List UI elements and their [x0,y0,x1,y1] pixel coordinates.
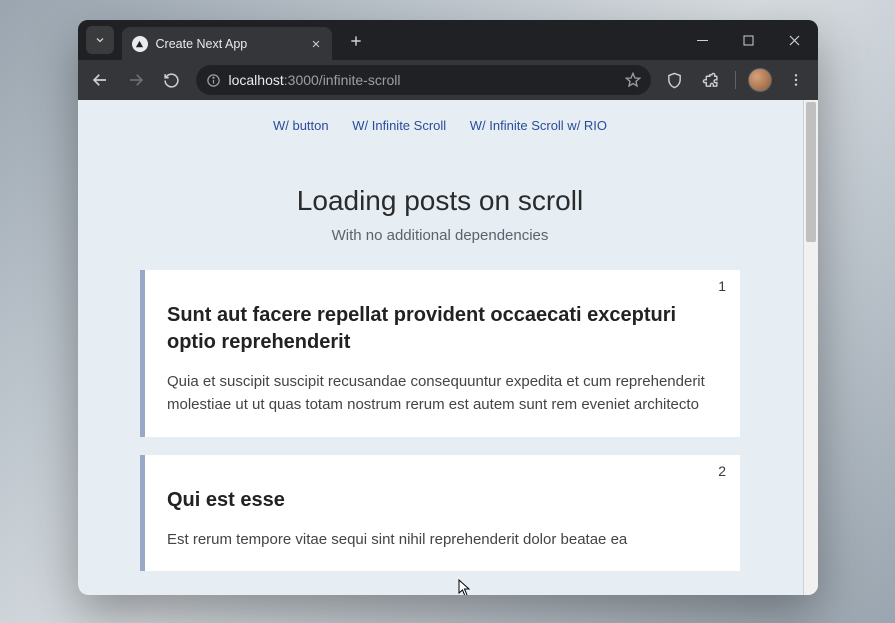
posts-list: 1 Sunt aut facere repellat provident occ… [140,270,740,571]
close-icon [789,35,800,46]
minimize-icon [697,35,708,46]
triangle-icon [135,40,144,49]
close-icon [311,39,321,49]
tab-strip: Create Next App [78,20,818,60]
page-viewport: W/ button W/ Infinite Scroll W/ Infinite… [78,100,818,595]
search-tabs-button[interactable] [86,26,114,54]
post-body: Est rerum tempore vitae sequi sint nihil… [167,528,718,551]
address-bar[interactable]: localhost:3000/infinite-scroll [196,65,651,95]
post-title: Qui est esse [167,487,718,514]
reload-icon [163,72,180,89]
browser-window: Create Next App [78,20,818,595]
star-icon [625,72,641,88]
url-host: localhost [229,72,284,88]
browser-menu-button[interactable] [780,64,812,96]
scrollbar-thumb[interactable] [806,102,816,242]
nav-link-infinite-scroll[interactable]: W/ Infinite Scroll [352,118,446,133]
url-text: localhost:3000/infinite-scroll [229,72,617,88]
reload-button[interactable] [156,64,188,96]
post-number: 1 [718,278,726,294]
page-title: Loading posts on scroll [78,185,803,217]
window-maximize-button[interactable] [726,20,772,60]
toolbar-separator [735,71,736,89]
page-content[interactable]: W/ button W/ Infinite Scroll W/ Infinite… [78,100,803,595]
post-body: Quia et suscipit suscipit recusandae con… [167,370,718,417]
puzzle-icon [702,72,719,89]
back-button[interactable] [84,64,116,96]
shield-button[interactable] [659,64,691,96]
new-tab-button[interactable] [342,27,370,55]
url-path: :3000/infinite-scroll [284,72,401,88]
nav-link-button[interactable]: W/ button [273,118,329,133]
kebab-icon [788,72,804,88]
plus-icon [349,34,363,48]
page-nav: W/ button W/ Infinite Scroll W/ Infinite… [78,100,803,143]
window-close-button[interactable] [772,20,818,60]
window-minimize-button[interactable] [680,20,726,60]
info-icon [206,73,221,88]
tab-close-button[interactable] [308,36,324,52]
forward-button[interactable] [120,64,152,96]
browser-tab[interactable]: Create Next App [122,27,332,61]
maximize-icon [743,35,754,46]
post-number: 2 [718,463,726,479]
tab-title: Create Next App [156,37,248,51]
profile-button[interactable] [744,64,776,96]
post-card: 2 Qui est esse Est rerum tempore vitae s… [140,455,740,571]
site-info-button[interactable] [206,73,221,88]
shield-icon [666,72,683,89]
scrollbar[interactable] [803,100,818,595]
avatar [748,68,772,92]
extensions-button[interactable] [695,64,727,96]
chevron-down-icon [94,34,106,46]
arrow-right-icon [127,71,145,89]
tab-favicon [132,36,148,52]
arrow-left-icon [91,71,109,89]
bookmark-button[interactable] [625,72,641,88]
page-subtitle: With no additional dependencies [78,227,803,244]
browser-toolbar: localhost:3000/infinite-scroll [78,60,818,100]
post-title: Sunt aut facere repellat provident occae… [167,302,718,356]
nav-link-infinite-scroll-rio[interactable]: W/ Infinite Scroll w/ RIO [470,118,607,133]
window-controls [680,20,818,60]
post-card: 1 Sunt aut facere repellat provident occ… [140,270,740,437]
